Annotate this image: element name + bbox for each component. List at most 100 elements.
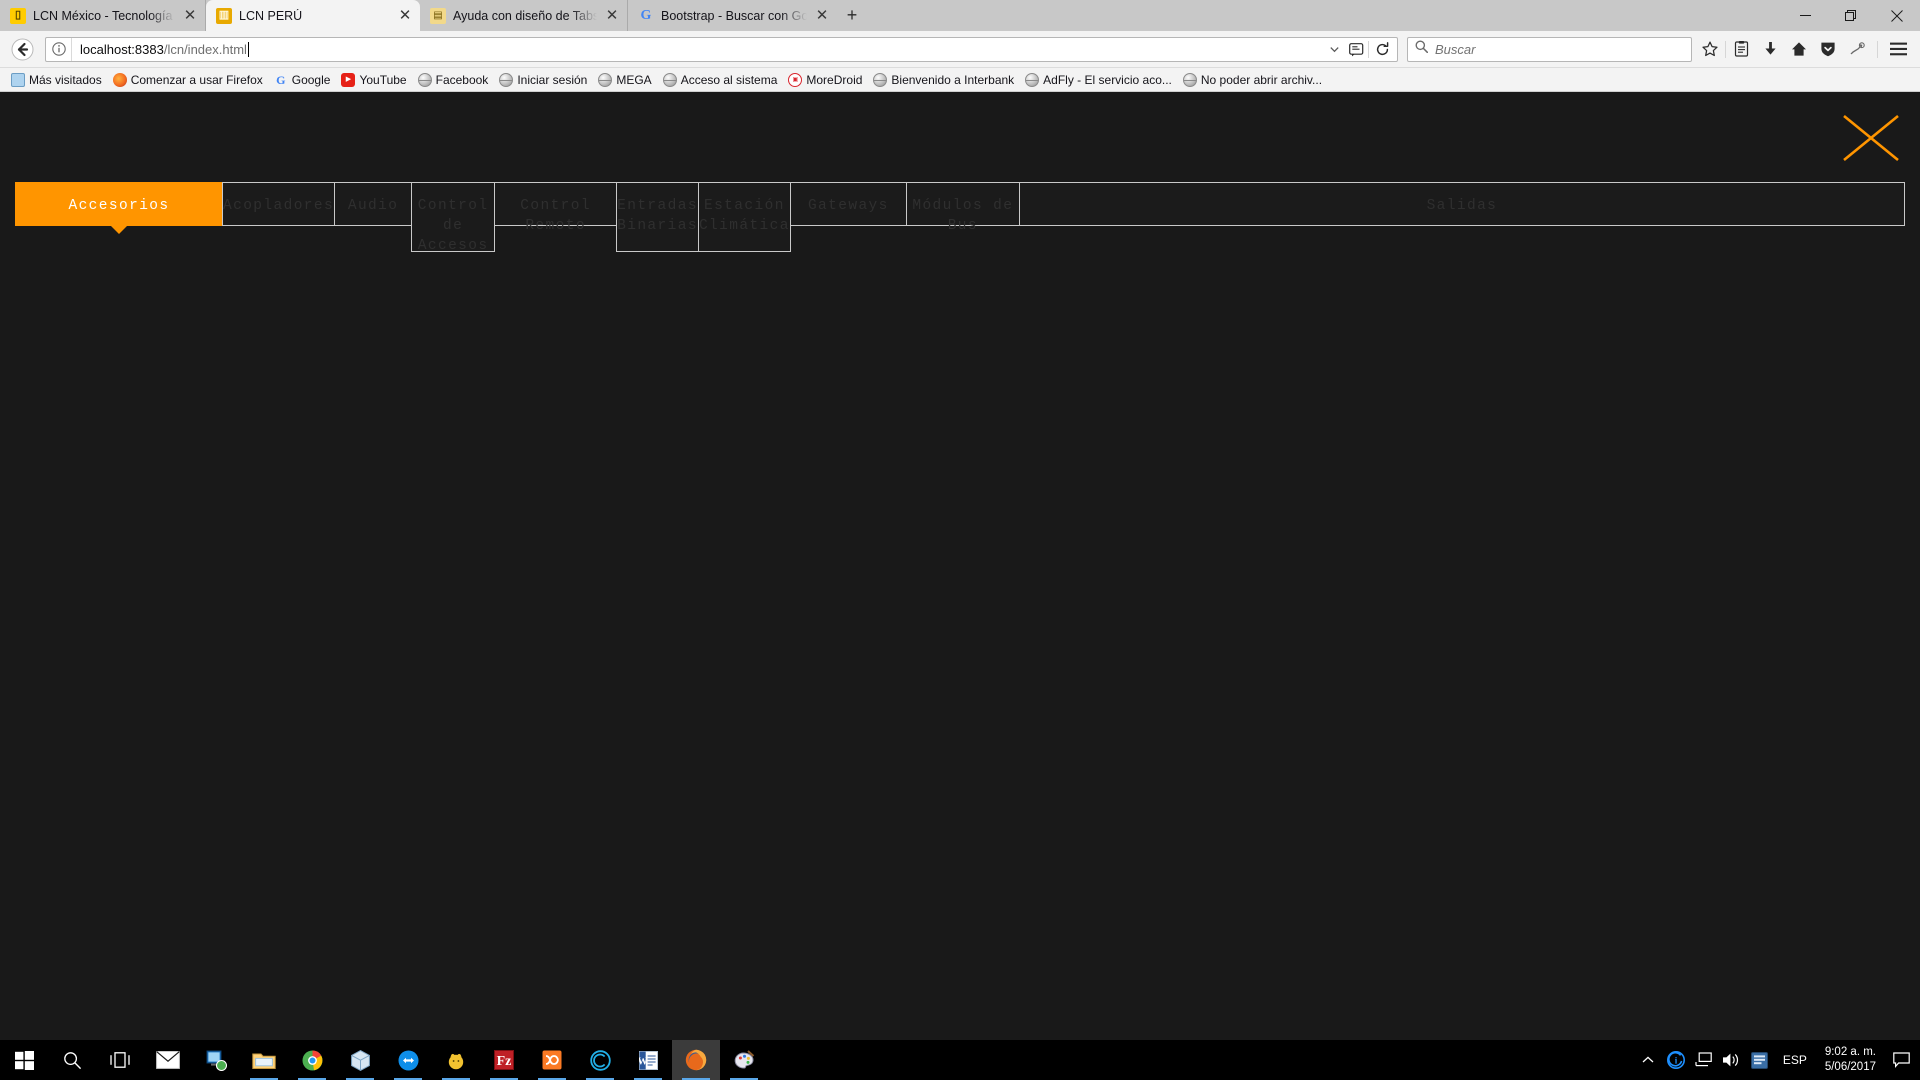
downloads-icon[interactable]: [1756, 35, 1784, 63]
most-visited-icon: [11, 72, 25, 87]
monitor-app-button[interactable]: [192, 1040, 240, 1080]
language-indicator[interactable]: ESP: [1775, 1053, 1815, 1067]
filezilla-app-button[interactable]: Fz: [480, 1040, 528, 1080]
browser-tab[interactable]: G Bootstrap - Buscar con Goog ✕: [628, 0, 837, 31]
bookmark-item[interactable]: Iniciar sesión: [494, 71, 592, 89]
category-tab-control-remoto[interactable]: Control Remoto: [494, 182, 618, 234]
reader-view-button[interactable]: [1344, 35, 1368, 63]
category-tab-estacion-climatica[interactable]: Estación Climática: [697, 182, 791, 252]
browser-tab[interactable]: ▯ LCN México - Tecnología LC ✕: [0, 0, 206, 31]
teamviewer-app-button[interactable]: [384, 1040, 432, 1080]
taskbar-search-button[interactable]: [48, 1040, 96, 1080]
bookmark-star-icon[interactable]: [1696, 35, 1724, 63]
minimize-button[interactable]: [1782, 0, 1828, 31]
bookmark-item[interactable]: Comenzar a usar Firefox: [108, 71, 268, 89]
monitor-icon: [206, 1050, 227, 1071]
browser-tab-active[interactable]: ▥ LCN PERÚ ✕: [206, 0, 420, 31]
home-icon[interactable]: [1785, 35, 1813, 63]
mail-app-button[interactable]: [144, 1040, 192, 1080]
bookmark-label: MoreDroid: [806, 72, 863, 87]
browser-tab-title: LCN México - Tecnología LC: [33, 8, 175, 23]
bookmark-item[interactable]: AdFly - El servicio aco...: [1020, 71, 1177, 89]
bookmark-item[interactable]: MEGA: [593, 71, 656, 89]
category-tab-label: Audio: [347, 198, 399, 214]
category-tab-label: Módulos de Bus: [912, 198, 1014, 234]
search-icon: [1415, 40, 1429, 58]
category-tab-control-de-accesos[interactable]: Control de Accesos: [411, 182, 496, 254]
browser-tab-title: Bootstrap - Buscar con Goog: [661, 8, 807, 23]
category-tab-audio[interactable]: Audio: [334, 182, 413, 226]
tab-close-icon[interactable]: ✕: [181, 7, 199, 25]
close-x-icon[interactable]: [1842, 114, 1900, 162]
category-tab-modulos-de-bus[interactable]: Módulos de Bus: [905, 182, 1020, 234]
tomcat-app-button[interactable]: [432, 1040, 480, 1080]
bookmark-label: Comenzar a usar Firefox: [130, 72, 263, 87]
bookmark-item[interactable]: Facebook: [413, 71, 494, 89]
show-hidden-icons-button[interactable]: [1635, 1040, 1661, 1080]
app-tray-icon[interactable]: [1747, 1040, 1773, 1080]
windows-logo-icon: [14, 1050, 34, 1070]
search-input[interactable]: Buscar: [1435, 42, 1475, 57]
globe-icon: [598, 72, 613, 87]
page-info-icon[interactable]: [46, 37, 72, 61]
toolbar-buttons: [1696, 35, 1912, 63]
url-bar[interactable]: localhost:8383/lcn/index.html: [45, 35, 1398, 63]
search-bar[interactable]: Buscar: [1407, 36, 1692, 62]
task-view-button[interactable]: [96, 1040, 144, 1080]
category-tab-label: Control Remoto: [520, 198, 591, 234]
bookmark-label: Acceso al sistema: [680, 72, 778, 87]
xampp-app-button[interactable]: [528, 1040, 576, 1080]
pocket-shield-icon[interactable]: [1814, 35, 1842, 63]
bookmark-item[interactable]: ▶ YouTube: [336, 71, 411, 89]
clock[interactable]: 9:02 a. m. 5/06/2017: [1817, 1045, 1884, 1075]
category-tab-label: Accesorios: [68, 198, 170, 214]
restore-button[interactable]: [1828, 0, 1874, 31]
notifications-button[interactable]: [1886, 1040, 1916, 1080]
reload-button[interactable]: [1369, 35, 1395, 63]
start-button[interactable]: [0, 1040, 48, 1080]
close-button[interactable]: [1874, 0, 1920, 31]
file-explorer-button[interactable]: [240, 1040, 288, 1080]
bookmark-item[interactable]: Acceso al sistema: [658, 71, 783, 89]
volume-icon[interactable]: [1719, 1040, 1745, 1080]
bookmark-item[interactable]: ▣ MoreDroid: [783, 71, 867, 89]
reader-view-icon: [1348, 42, 1363, 56]
category-tab-entradas-binarias[interactable]: Entradas Binarias: [616, 182, 699, 252]
xampp-icon: [542, 1050, 562, 1070]
copy-app-button[interactable]: [576, 1040, 624, 1080]
category-tab-salidas[interactable]: Salidas: [1018, 182, 1905, 226]
word-app-button[interactable]: W: [624, 1040, 672, 1080]
paint-app-button[interactable]: [720, 1040, 768, 1080]
divider: [1725, 40, 1726, 58]
bookmark-item[interactable]: Bienvenido a Interbank: [868, 71, 1019, 89]
category-tab-gateways[interactable]: Gateways: [789, 182, 907, 226]
tab-close-icon[interactable]: ✕: [396, 7, 414, 25]
globe-icon: [662, 72, 677, 87]
folder-icon: [252, 1053, 276, 1069]
new-tab-button[interactable]: +: [837, 0, 867, 31]
lcn-mexico-favicon: ▯: [10, 7, 26, 24]
text-cursor: [247, 41, 249, 57]
antivirus-icon[interactable]: i: [1663, 1040, 1689, 1080]
bookmark-item[interactable]: Más visitados: [6, 71, 107, 89]
category-tab-accesorios[interactable]: Accesorios: [15, 182, 223, 226]
bookmark-item[interactable]: G Google: [269, 71, 336, 89]
hamburger-menu-icon[interactable]: [1884, 35, 1912, 63]
library-icon[interactable]: [1727, 35, 1755, 63]
sync-icon[interactable]: [1843, 35, 1871, 63]
network-icon[interactable]: [1691, 1040, 1717, 1080]
tab-close-icon[interactable]: ✕: [603, 7, 621, 25]
category-tab-acopladores[interactable]: Acopladores: [222, 182, 336, 226]
notification-icon: [1892, 1052, 1910, 1068]
category-tab-label: Gateways: [807, 198, 889, 214]
tab-close-icon[interactable]: ✕: [813, 7, 831, 25]
package-app-button[interactable]: [336, 1040, 384, 1080]
browser-tab[interactable]: ▤ Ayuda con diseño de Tabs en ✕: [420, 0, 628, 31]
firefox-browser-button[interactable]: [672, 1040, 720, 1080]
autocomplete-dropdown-button[interactable]: [1324, 35, 1344, 63]
globe-icon: [1025, 72, 1040, 87]
back-button[interactable]: [8, 35, 36, 63]
bookmark-item[interactable]: No poder abrir archiv...: [1178, 71, 1327, 89]
url-text[interactable]: localhost:8383/lcn/index.html: [72, 41, 1324, 57]
chrome-browser-button[interactable]: [288, 1040, 336, 1080]
